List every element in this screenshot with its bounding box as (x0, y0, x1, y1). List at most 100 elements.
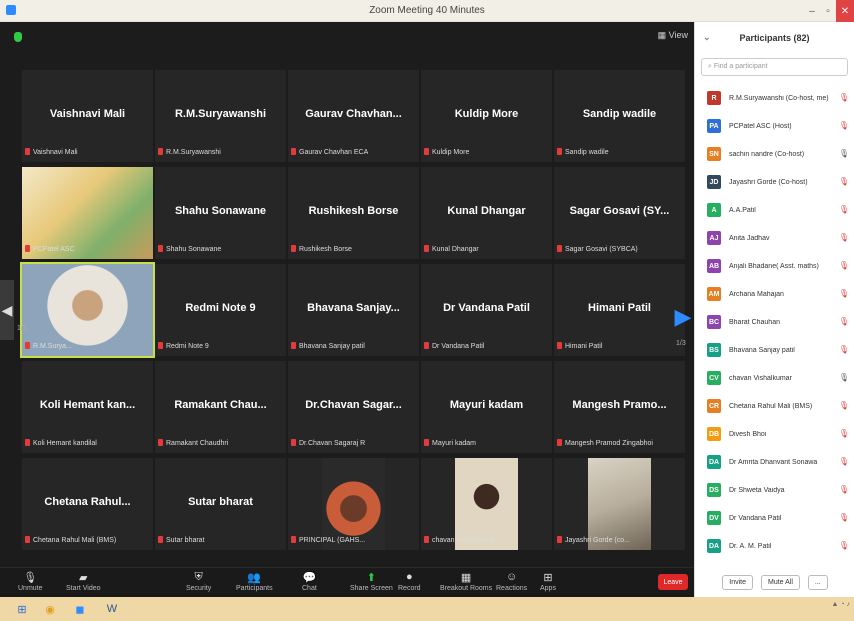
tile-display-name: Kunal Dhangar (447, 205, 526, 217)
tile-display-name: Sagar Gosavi (SY... (569, 205, 670, 217)
video-tile[interactable]: Sandip wadile Sandip wadile (554, 70, 685, 162)
start-video-button[interactable]: ▰ Start Video (66, 570, 101, 593)
participant-row[interactable]: BS Bhavana Sanjay patil 🎙 (695, 336, 854, 364)
share-screen-button[interactable]: ⬆ Share Screen (350, 570, 393, 593)
breakout-rooms-button[interactable]: ▦ Breakout Rooms (440, 570, 492, 593)
video-tile[interactable]: Dr.Chavan Sagar... Dr.Chavan Sagaraj R (288, 361, 419, 453)
video-tile[interactable]: Mayuri kadam Mayuri kadam (421, 361, 552, 453)
video-tile[interactable]: Gaurav Chavhan... Gaurav Chavhan ECA (288, 70, 419, 162)
participant-name: PCPatel ASC (Host) (729, 122, 792, 130)
tile-display-name: Chetana Rahul... (44, 496, 131, 508)
participant-row[interactable]: BC Bharat Chauhan 🎙 (695, 308, 854, 336)
collapse-icon[interactable]: ⌄ (703, 32, 711, 43)
apps-icon: ⊞ (543, 571, 553, 584)
mic-muted-icon: 🎙 (838, 345, 849, 354)
participant-row[interactable]: DV Dr Vandana Patil 🎙 (695, 504, 854, 532)
invite-button[interactable]: Invite (722, 574, 753, 590)
participant-row[interactable]: CV chavan Vishalkumar 🎙 (695, 364, 854, 392)
toolbar-label: Record (398, 585, 421, 592)
tile-name-label: Gaurav Chavhan ECA (291, 148, 368, 156)
participant-row[interactable]: DA Dr. A. M. Patil 🎙 (695, 532, 854, 560)
video-tile[interactable]: Ramakant Chau... Ramakant Chaudhri (155, 361, 286, 453)
video-tile[interactable]: Dr Vandana Patil Dr Vandana Patil (421, 264, 552, 356)
participant-row[interactable]: R R.M.Suryawanshi (Co-host, me) 🎙 (695, 84, 854, 112)
tile-display-name: Mayuri kadam (449, 399, 524, 411)
record-button[interactable]: ● Record (398, 570, 421, 592)
video-tile[interactable]: Himani Patil Himani Patil (554, 264, 685, 356)
participant-row[interactable]: CR Chetana Rahul Mali (BMS) 🎙 (695, 392, 854, 420)
zoom-window: Zoom Meeting 40 Minutes – ▫ ✕ ▦ View Vai… (0, 0, 854, 621)
maximize-icon[interactable]: ▫ (820, 0, 836, 22)
video-tile[interactable]: Kuldip More Kuldip More (421, 70, 552, 162)
network-icon[interactable]: ▲ ◔ ♪ (831, 601, 850, 608)
participant-row[interactable]: SN sachin nandre (Co-host) 🎙 (695, 140, 854, 168)
toolbar-label: Start Video (66, 585, 101, 592)
video-tile[interactable]: R.M.Surya... (20, 262, 155, 358)
more-button[interactable]: ... (807, 574, 828, 590)
next-page-arrow-icon[interactable]: ▶ (675, 292, 692, 342)
participant-row[interactable]: PA PCPatel ASC (Host) 🎙 (695, 112, 854, 140)
video-tile[interactable]: Kunal Dhangar Kunal Dhangar (421, 167, 552, 259)
participant-row[interactable]: DA Dr Amrita Dhanvant Sonawa 🎙 (695, 448, 854, 476)
tile-name-label: Chetana Rahul Mali (BMS) (25, 536, 116, 544)
previous-page-arrow-icon[interactable]: ◀ (0, 280, 14, 340)
chrome-icon[interactable]: ◉ (40, 599, 60, 619)
participant-row[interactable]: DB Divesh Bhoi 🎙 (695, 420, 854, 448)
mic-muted-icon (557, 245, 562, 252)
avatar: AM (707, 287, 721, 301)
video-tile[interactable]: Mangesh Pramo... Mangesh Pramod Zingabhoi (554, 361, 685, 453)
video-tile[interactable]: PRINCIPAL (GAHS... (288, 458, 419, 550)
view-button[interactable]: ▦ View (658, 30, 688, 41)
zoom-icon[interactable]: ◼ (70, 599, 90, 619)
tile-display-name: Dr Vandana Patil (443, 302, 530, 314)
participant-row[interactable]: AB Anjali Bhadane( Asst. maths) 🎙 (695, 252, 854, 280)
video-tile[interactable]: Jayashri Gorde (co... (554, 458, 685, 550)
minimize-icon[interactable]: – (804, 0, 820, 22)
avatar: CR (707, 399, 721, 413)
participant-row[interactable]: AJ Anita Jadhav 🎙 (695, 224, 854, 252)
participants-button[interactable]: 👥 Participants (236, 570, 273, 593)
video-tile[interactable]: Sutar bharat Sutar bharat (155, 458, 286, 550)
video-tile[interactable]: PCPatel ASC (22, 167, 153, 259)
video-tile[interactable]: R.M.Suryawanshi R.M.Suryawanshi (155, 70, 286, 162)
chat-button[interactable]: 💬 Chat (302, 570, 317, 593)
toolbar-label: Chat (302, 585, 317, 592)
security-button[interactable]: ⛨ Security (186, 570, 211, 593)
encryption-shield-icon[interactable] (14, 32, 22, 42)
tile-name-label: R.M.Suryawanshi (158, 148, 221, 156)
participant-row[interactable]: AM Archana Mahajan 🎙 (695, 280, 854, 308)
record-icon: ● (405, 571, 413, 583)
mic-muted-icon (158, 245, 163, 252)
participant-search-input[interactable]: ⌕ Find a participant (701, 58, 848, 76)
video-tile[interactable]: Bhavana Sanjay... Bhavana Sanjay patil (288, 264, 419, 356)
mute-all-button[interactable]: Mute All (760, 574, 800, 590)
video-tile[interactable]: Vaishnavi Mali Vaishnavi Mali (22, 70, 153, 162)
video-tile[interactable]: Redmi Note 9 Redmi Note 9 (155, 264, 286, 356)
participant-name: Dr. A. M. Patil (729, 542, 772, 550)
video-tile[interactable]: Sagar Gosavi (SY... Sagar Gosavi (SYBCA) (554, 167, 685, 259)
participant-row[interactable]: JD Jayashri Gorde (Co-host) 🎙 (695, 168, 854, 196)
video-tile[interactable]: Koli Hemant kan... Koli Hemant kandilal (22, 361, 153, 453)
participant-row[interactable]: DS Dr Shweta Vaidya 🎙 (695, 476, 854, 504)
apps-button[interactable]: ⊞ Apps (540, 570, 556, 593)
avatar: DS (707, 483, 721, 497)
avatar: A (707, 203, 721, 217)
close-icon[interactable]: ✕ (836, 0, 854, 22)
video-tile[interactable]: Shahu Sonawane Shahu Sonawane (155, 167, 286, 259)
page-indicator-left: 1/3 (17, 325, 27, 332)
video-tile[interactable]: Rushikesh Borse Rushikesh Borse (288, 167, 419, 259)
tile-name-label: Jayashri Gorde (co... (557, 536, 630, 544)
shield-icon: ⛨ (194, 570, 203, 583)
tile-name-label: Sutar bharat (158, 536, 205, 544)
windows-start-icon[interactable]: ⊞ (12, 599, 32, 619)
leave-button[interactable]: Leave (658, 574, 688, 590)
video-tile[interactable]: chavan Vishalkumar (421, 458, 552, 550)
tile-display-name: Ramakant Chau... (174, 399, 267, 411)
unmute-button[interactable]: 🎙 Unmute (18, 570, 43, 593)
word-icon[interactable]: W (102, 599, 122, 619)
reactions-button[interactable]: ☺ Reactions (496, 570, 527, 592)
participant-row[interactable]: A A.A.Patil 🎙 (695, 196, 854, 224)
mic-muted-icon: 🎙 (838, 457, 849, 466)
panel-footer: Invite Mute All ... (695, 567, 854, 597)
video-tile[interactable]: Chetana Rahul... Chetana Rahul Mali (BMS) (22, 458, 153, 550)
